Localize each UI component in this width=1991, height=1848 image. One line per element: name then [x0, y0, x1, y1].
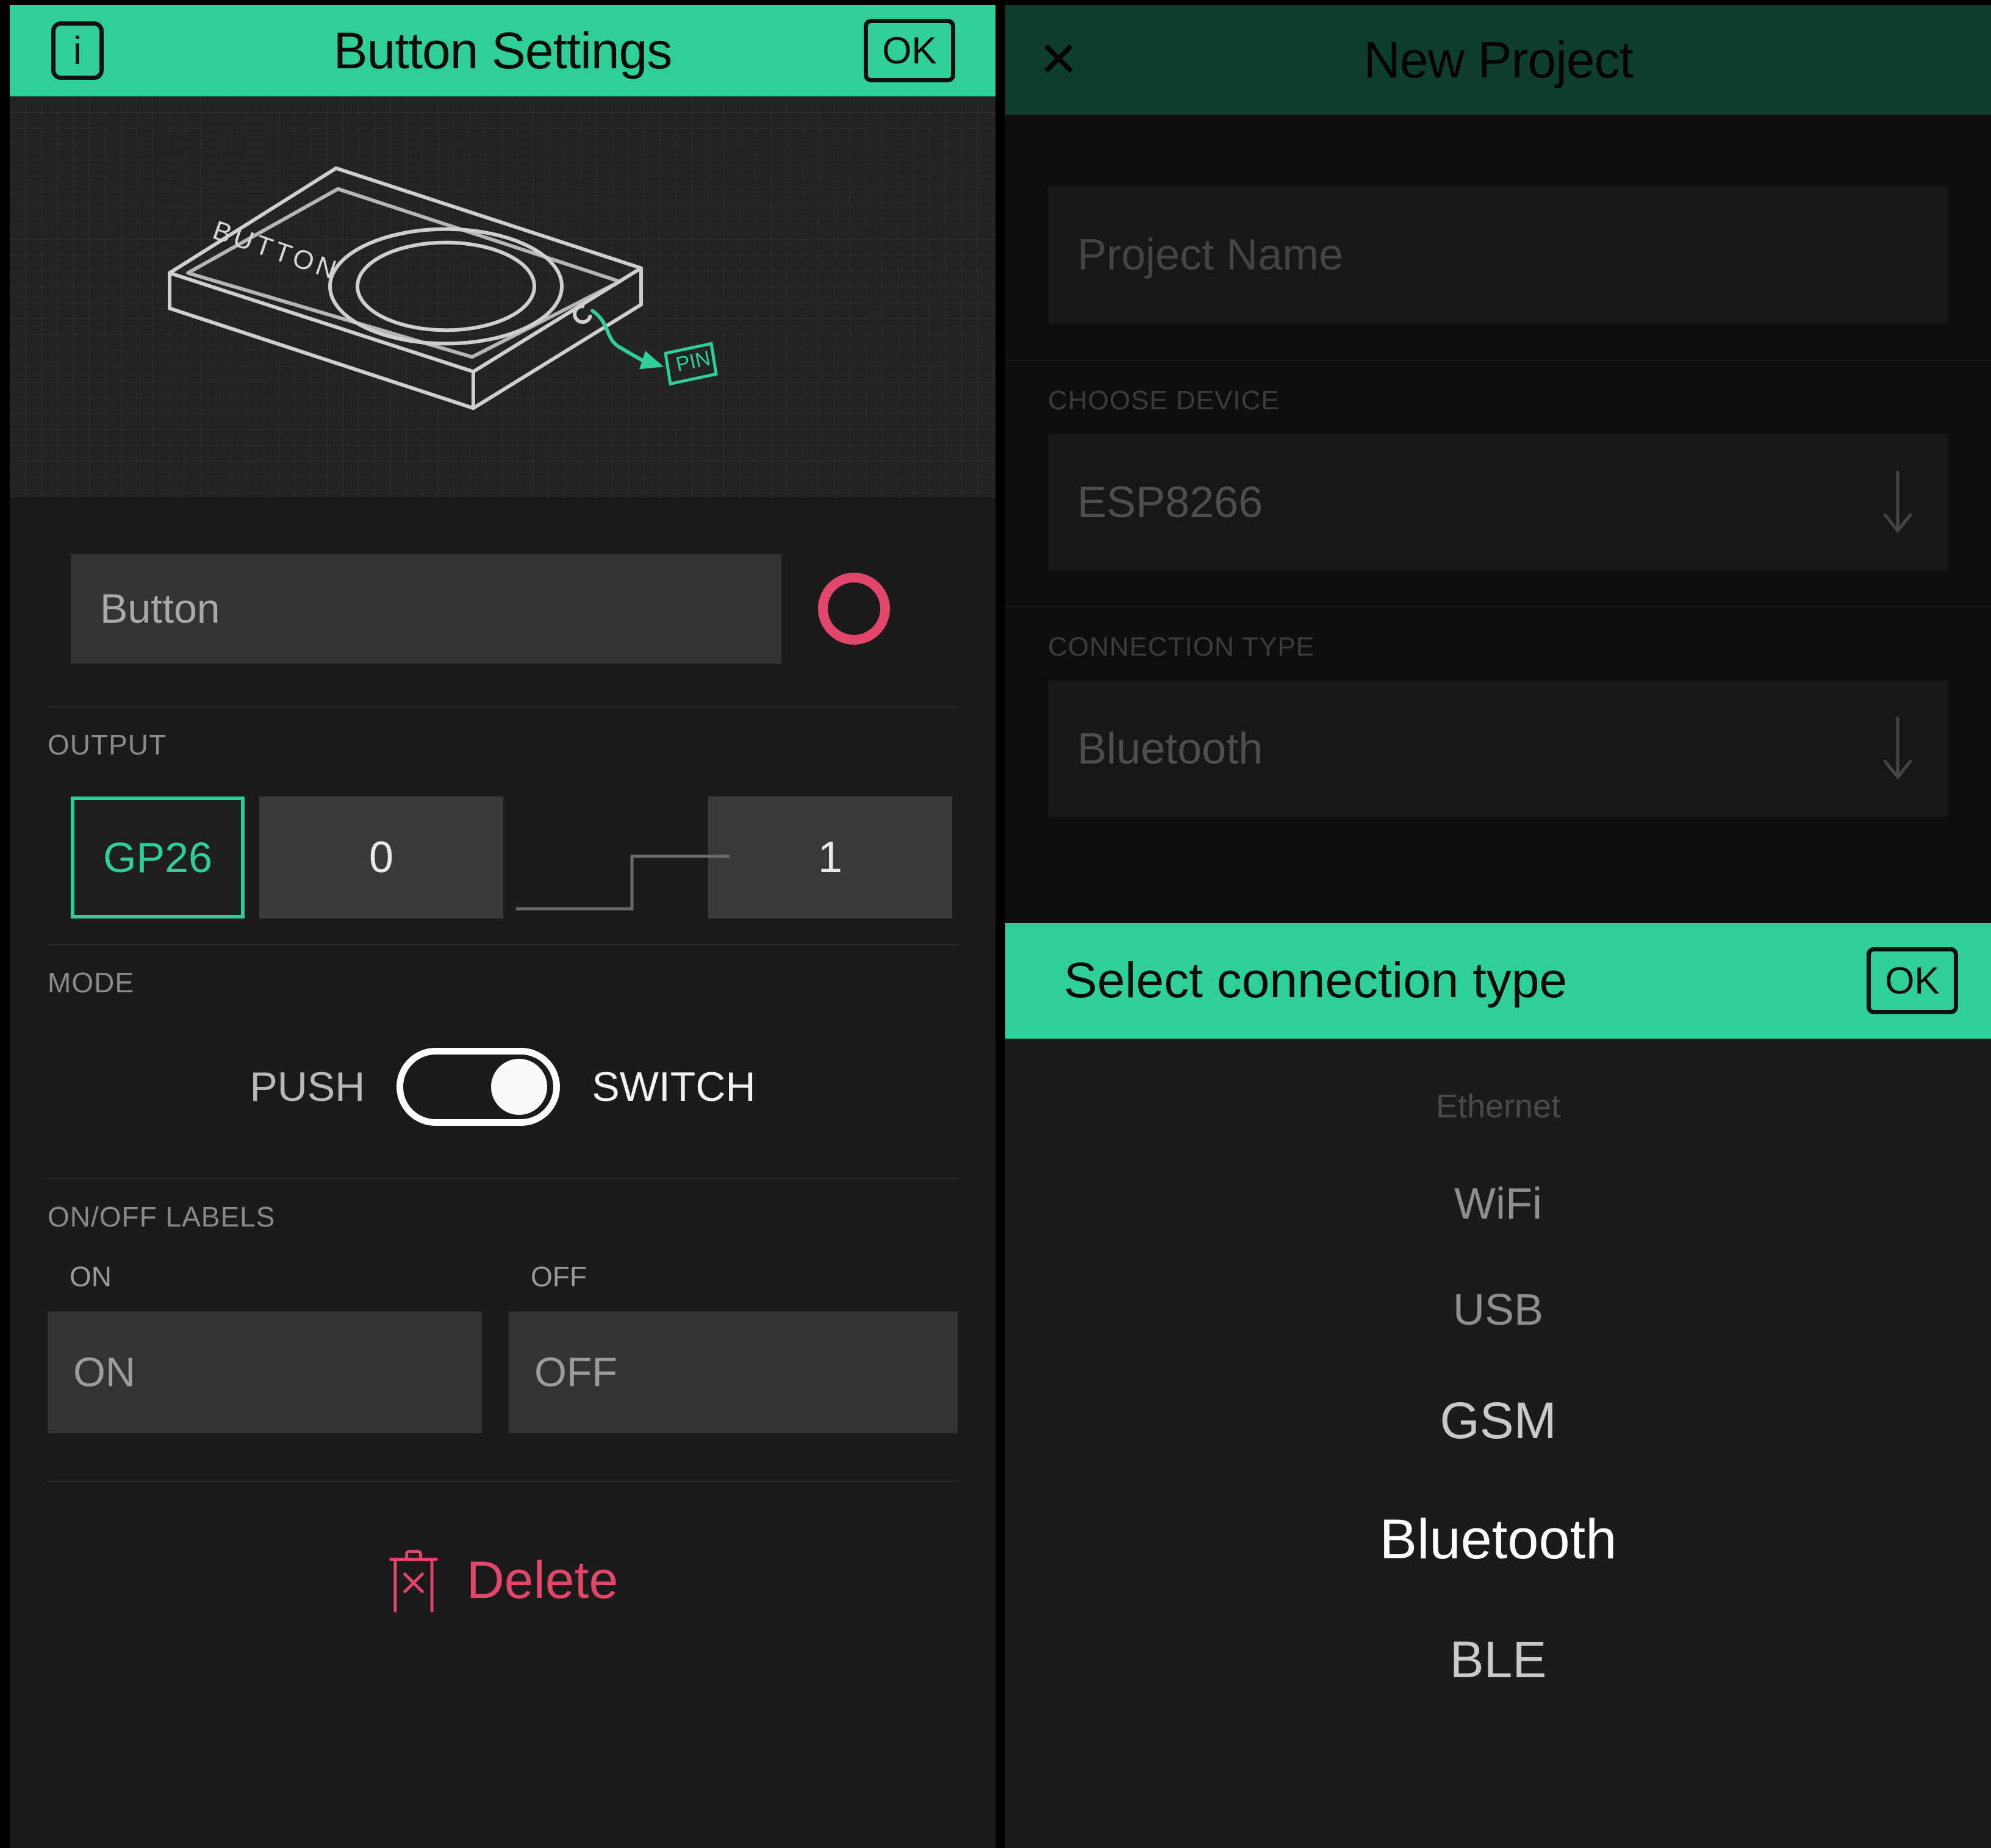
- on-caption: ON: [70, 1261, 112, 1292]
- off-caption: OFF: [531, 1261, 587, 1292]
- settings-body: Button OUTPUT GP26 0 1 MODE PUSH SWITCH …: [10, 499, 996, 1613]
- picker-option-gsm[interactable]: GSM: [1005, 1391, 1991, 1450]
- pin-selector[interactable]: GP26: [71, 797, 245, 919]
- picker-option-ethernet[interactable]: Ethernet: [1005, 1087, 1991, 1125]
- device-preview: BUTTON PIN: [10, 96, 996, 499]
- picker-option-ble[interactable]: BLE: [1005, 1630, 1991, 1689]
- connection-type-value: Bluetooth: [1077, 725, 1263, 773]
- picker-option-usb[interactable]: USB: [1005, 1285, 1991, 1335]
- output-row: GP26 0 1: [10, 761, 996, 944]
- ok-button-label: OK: [882, 29, 937, 72]
- value-on-field[interactable]: 1: [708, 797, 952, 919]
- choose-device-value: ESP8266: [1077, 478, 1263, 527]
- picker-option-bluetooth[interactable]: Bluetooth: [1005, 1508, 1991, 1572]
- on-label-input[interactable]: ON: [48, 1311, 482, 1433]
- chevron-down-icon: [1876, 714, 1919, 784]
- choose-device-label: CHOOSE DEVICE: [1048, 385, 1280, 415]
- isometric-button-illustration: BUTTON PIN: [168, 166, 718, 410]
- widget-name-row: Button: [10, 499, 996, 706]
- new-project-topbar: ✕ New Project: [1005, 5, 1991, 115]
- info-button[interactable]: i: [51, 21, 104, 80]
- trash-delete-icon: [389, 1550, 438, 1613]
- off-label-value: OFF: [534, 1349, 617, 1395]
- toggle-knob: [491, 1059, 548, 1115]
- on-label-column: ON ON: [48, 1260, 497, 1433]
- on-label-value: ON: [73, 1349, 135, 1395]
- value-off-field[interactable]: 0: [259, 797, 503, 919]
- mode-section-label: MODE: [48, 967, 134, 998]
- close-icon[interactable]: ✕: [1038, 35, 1079, 84]
- step-connector-icon: [516, 854, 730, 911]
- page-title: Button Settings: [333, 21, 673, 79]
- picker-ok-button[interactable]: OK: [1867, 947, 1958, 1014]
- onoff-section-label: ON/OFF LABELS: [48, 1201, 276, 1233]
- delete-button[interactable]: Delete: [10, 1482, 996, 1613]
- mode-row: PUSH SWITCH: [10, 999, 996, 1178]
- mode-push-label[interactable]: PUSH: [249, 1063, 365, 1111]
- close-icon-glyph: ✕: [1038, 32, 1080, 87]
- screenshot-root: i Button Settings OK BUTTON PIN Button O…: [0, 0, 1991, 1848]
- project-name-placeholder: Project Name: [1077, 231, 1344, 279]
- button-settings-topbar: i Button Settings OK: [10, 5, 996, 96]
- ok-button[interactable]: OK: [864, 19, 955, 82]
- value-off: 0: [368, 833, 394, 882]
- picker-option-wifi[interactable]: WiFi: [1005, 1179, 1991, 1229]
- new-project-screen: ✕ New Project Project Name CHOOSE DEVICE…: [1005, 0, 1991, 1848]
- pin-selector-value: GP26: [103, 834, 212, 881]
- connection-type-label: CONNECTION TYPE: [1048, 632, 1315, 662]
- connection-type-picker[interactable]: Ethernet WiFi USB GSM Bluetooth BLE: [1005, 1039, 1991, 1848]
- picker-title: Select connection type: [1064, 953, 1568, 1008]
- off-label-input[interactable]: OFF: [509, 1311, 958, 1433]
- color-swatch[interactable]: [818, 573, 890, 645]
- picker-header: Select connection type OK: [1005, 923, 1991, 1039]
- chevron-down-icon: [1876, 468, 1919, 538]
- value-on: 1: [817, 833, 843, 882]
- widget-name-value: Button: [100, 586, 220, 632]
- picker-ok-label: OK: [1885, 959, 1940, 1002]
- button-settings-screen: i Button Settings OK BUTTON PIN Button O…: [10, 0, 996, 1848]
- project-name-input[interactable]: Project Name: [1048, 187, 1948, 323]
- new-project-title: New Project: [1363, 30, 1634, 88]
- mode-toggle[interactable]: [396, 1048, 561, 1126]
- widget-name-input[interactable]: Button: [71, 554, 781, 664]
- choose-device-select[interactable]: ESP8266: [1048, 434, 1948, 571]
- delete-label: Delete: [466, 1550, 619, 1610]
- onoff-labels-row: ON ON OFF OFF: [10, 1233, 996, 1433]
- new-project-body: Project Name CHOOSE DEVICE ESP8266 CONNE…: [1005, 115, 1991, 817]
- mode-switch-label[interactable]: SWITCH: [592, 1063, 755, 1111]
- off-label-column: OFF OFF: [509, 1260, 958, 1433]
- info-button-label: i: [73, 29, 82, 73]
- connection-type-select[interactable]: Bluetooth: [1048, 681, 1948, 817]
- output-section-label: OUTPUT: [48, 729, 167, 761]
